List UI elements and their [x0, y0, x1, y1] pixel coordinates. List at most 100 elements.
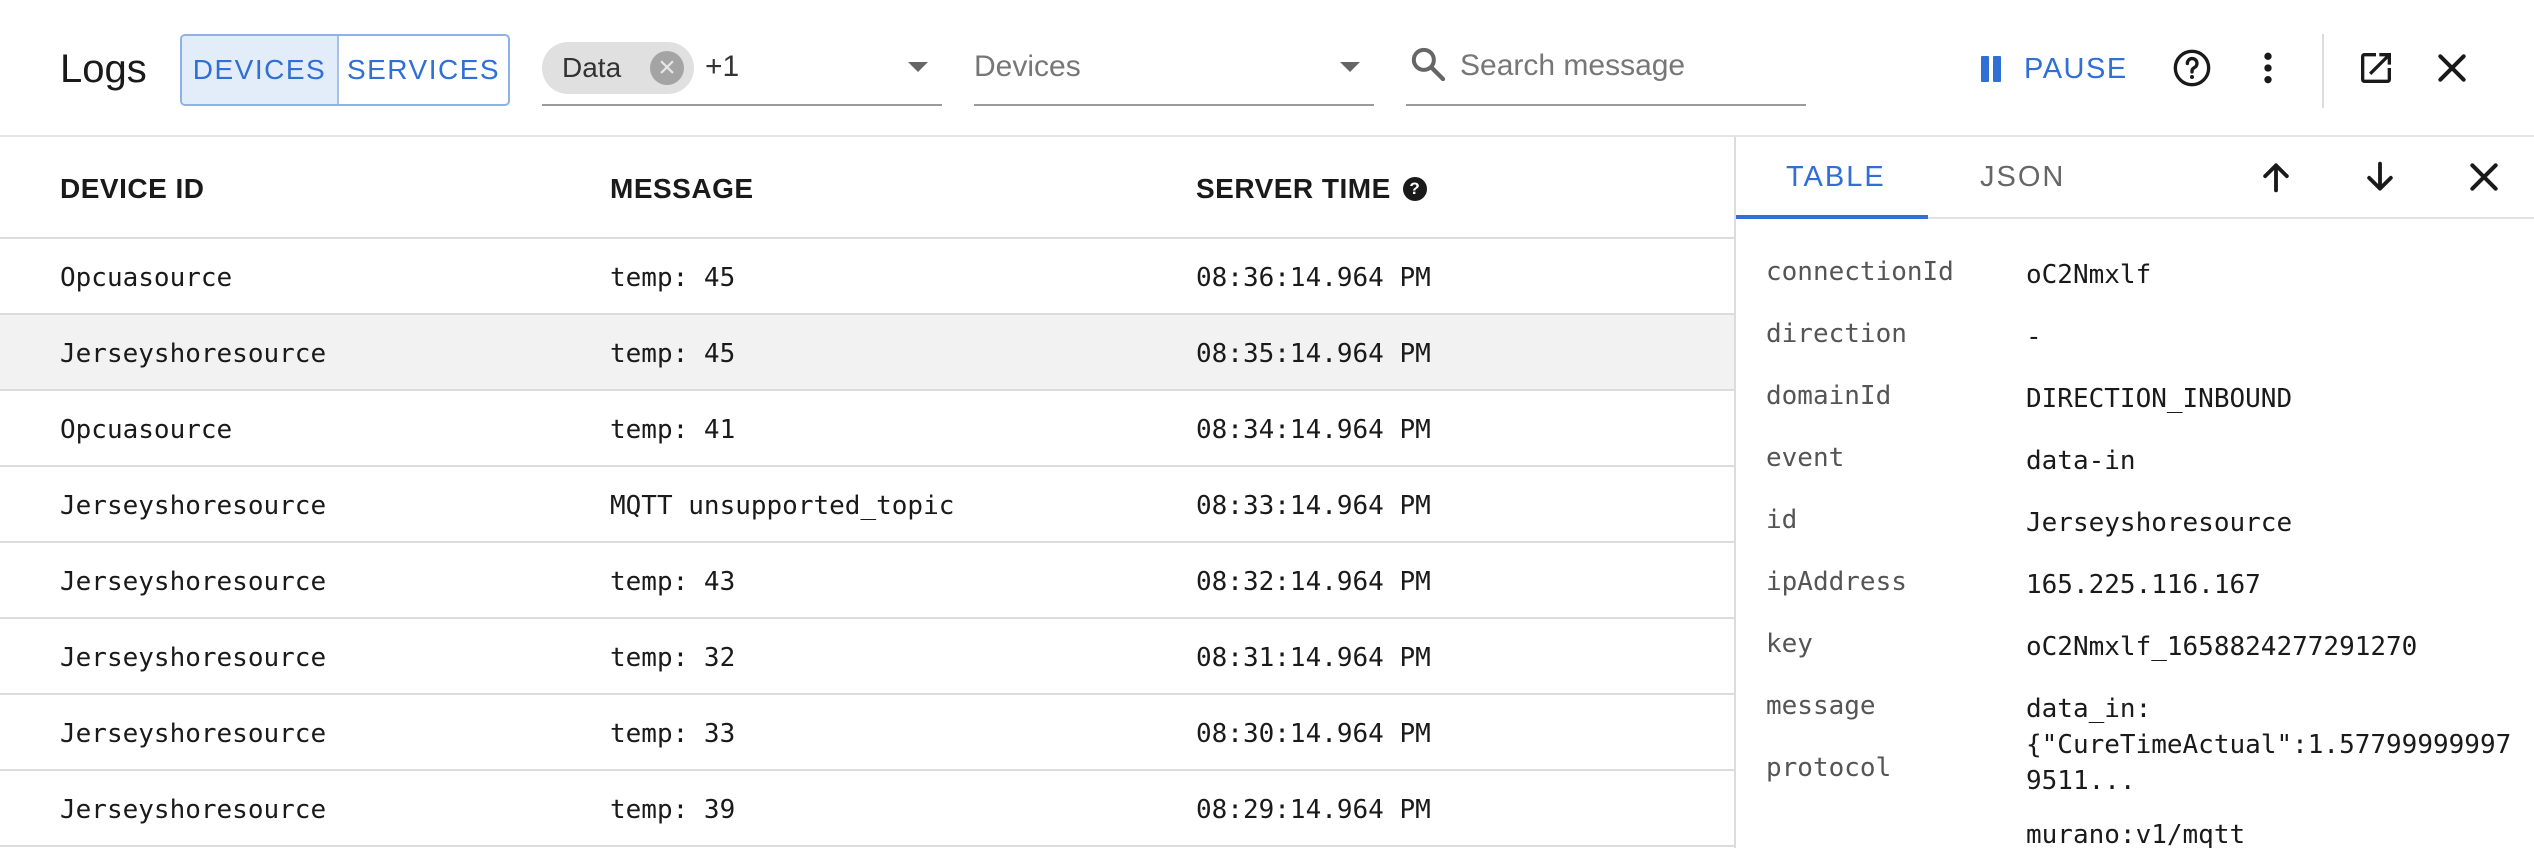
previous-log-button[interactable] [2254, 155, 2298, 199]
page-title: Logs [60, 47, 147, 91]
logs-table: DEVICE ID MESSAGE SERVER TIME ? Opcuasou… [0, 137, 1734, 848]
close-detail-button[interactable] [2462, 155, 2506, 199]
field-key: message [1766, 691, 1876, 721]
field-key: direction [1766, 319, 1907, 349]
detail-fields: connectionId oC2Nmxlf direction - domain… [1736, 257, 2534, 848]
table-row[interactable]: Opcuasource temp: 41 08:34:14.964 PM [0, 391, 1734, 467]
event-type-filter[interactable]: Data × +1 [542, 34, 942, 106]
help-icon[interactable]: ? [1402, 177, 1427, 201]
message-cell: temp: 39 [610, 795, 736, 825]
column-header-message: MESSAGE [610, 173, 754, 204]
next-log-button[interactable] [2358, 155, 2402, 199]
field-key: domainId [1766, 381, 1892, 411]
search-box [1406, 34, 1806, 106]
field-value: murano:v1/mqtt [2026, 820, 2246, 848]
tab-table[interactable]: TABLE [1786, 161, 1886, 194]
message-cell: temp: 45 [610, 339, 736, 369]
field-key: ipAddress [1766, 567, 1907, 597]
open-in-new-icon [2361, 53, 2391, 83]
device-id-cell: Jerseyshoresource [60, 719, 327, 749]
field-value: 165.225.116.167 [2026, 570, 2261, 600]
device-id-cell: Jerseyshoresource [60, 339, 327, 369]
table-row[interactable]: Opcuasource temp: 45 08:36:14.964 PM [0, 239, 1734, 315]
chip-label: Data [562, 52, 622, 83]
active-tab-indicator [1736, 215, 1928, 219]
table-row[interactable]: Jerseyshoresource temp: 43 08:32:14.964 … [0, 543, 1734, 619]
field-row: key oC2Nmxlf_1658824277291270 [1736, 629, 2534, 691]
devices-filter[interactable]: Devices [974, 34, 1374, 106]
field-value: data-in [2026, 446, 2136, 476]
help-icon [2173, 49, 2211, 87]
chip-remove-icon[interactable]: × [650, 51, 684, 85]
more-options-button[interactable] [2246, 46, 2290, 90]
message-cell: temp: 33 [610, 719, 736, 749]
log-detail-panel: TABLE JSON connectionId oC2Nmxlf directi… [1734, 137, 2534, 848]
field-value: oC2Nmxlf_1658824277291270 [2026, 632, 2418, 662]
message-cell: temp: 43 [610, 567, 736, 597]
devices-toggle-button[interactable]: DEVICES [182, 36, 339, 104]
field-value: - [2026, 322, 2042, 352]
table-row[interactable]: Jerseyshoresource temp: 33 08:30:14.964 … [0, 695, 1734, 771]
field-row: connectionId oC2Nmxlf [1736, 257, 2534, 319]
field-key: protocol [1766, 753, 1892, 783]
more-vert-icon [2264, 52, 2272, 84]
services-toggle-button[interactable]: SERVICES [339, 36, 508, 104]
help-button[interactable] [2170, 46, 2214, 90]
open-in-new-button[interactable] [2354, 46, 2398, 90]
chevron-down-icon[interactable] [1340, 62, 1360, 72]
table-body: Opcuasource temp: 45 08:36:14.964 PM Jer… [0, 239, 1734, 847]
field-key: event [1766, 443, 1845, 473]
close-icon [2438, 54, 2466, 82]
server-time-cell: 08:30:14.964 PM [1196, 719, 1431, 749]
column-header-server-time: SERVER TIME ? [1196, 173, 1427, 205]
device-id-cell: Jerseyshoresource [60, 567, 327, 597]
toolbar: Logs DEVICES SERVICES Data × +1 Devices … [0, 0, 2534, 137]
device-id-cell: Jerseyshoresource [60, 795, 327, 825]
message-cell: temp: 32 [610, 643, 736, 673]
server-time-cell: 08:36:14.964 PM [1196, 263, 1431, 293]
table-row[interactable]: Jerseyshoresource MQTT unsupported_topic… [0, 467, 1734, 543]
source-toggle: DEVICES SERVICES [180, 34, 510, 106]
server-time-cell: 08:29:14.964 PM [1196, 795, 1431, 825]
more-filters-count: +1 [705, 50, 740, 83]
field-row: protocol murano:v1/mqtt [1736, 753, 2534, 848]
close-icon [2470, 163, 2498, 191]
server-time-cell: 08:32:14.964 PM [1196, 567, 1431, 597]
search-input[interactable] [1460, 44, 1800, 88]
table-row[interactable]: Jerseyshoresource temp: 32 08:31:14.964 … [0, 619, 1734, 695]
field-key: key [1766, 629, 1813, 659]
field-value: Jerseyshoresource [2026, 508, 2293, 538]
pause-icon [1976, 54, 2006, 84]
message-cell: temp: 41 [610, 415, 736, 445]
device-id-cell: Opcuasource [60, 263, 233, 293]
device-id-cell: Jerseyshoresource [60, 643, 327, 673]
table-header: DEVICE ID MESSAGE SERVER TIME ? [0, 137, 1734, 239]
table-row-selected[interactable]: Jerseyshoresource temp: 45 08:35:14.964 … [0, 315, 1734, 391]
device-id-cell: Jerseyshoresource [60, 491, 327, 521]
message-cell: temp: 45 [610, 263, 736, 293]
field-row: domainId DIRECTION_INBOUND [1736, 381, 2534, 443]
devices-filter-placeholder: Devices [974, 50, 1081, 83]
pause-label: PAUSE [2024, 52, 2128, 85]
field-row: message data_in: {"CureTimeActual":1.577… [1736, 691, 2534, 796]
table-row[interactable]: Jerseyshoresource temp: 39 08:29:14.964 … [0, 771, 1734, 847]
close-button[interactable] [2430, 46, 2474, 90]
device-id-cell: Opcuasource [60, 415, 233, 445]
chevron-down-icon[interactable] [908, 62, 928, 72]
field-key: id [1766, 505, 1798, 535]
message-cell: MQTT unsupported_topic [610, 491, 955, 521]
pause-button[interactable]: PAUSE [1976, 42, 2128, 96]
tab-json[interactable]: JSON [1980, 161, 2065, 194]
field-value: oC2Nmxlf [2026, 260, 2152, 290]
field-key: connectionId [1766, 257, 1954, 287]
field-row: event data-in [1736, 443, 2534, 505]
server-time-cell: 08:35:14.964 PM [1196, 339, 1431, 369]
server-time-cell: 08:34:14.964 PM [1196, 415, 1431, 445]
field-row: ipAddress 165.225.116.167 [1736, 567, 2534, 629]
server-time-cell: 08:33:14.964 PM [1196, 491, 1431, 521]
toolbar-divider [2322, 34, 2324, 108]
field-row: id Jerseyshoresource [1736, 505, 2534, 567]
search-icon [1411, 47, 1446, 82]
server-time-cell: 08:31:14.964 PM [1196, 643, 1431, 673]
column-header-device-id: DEVICE ID [60, 173, 205, 204]
